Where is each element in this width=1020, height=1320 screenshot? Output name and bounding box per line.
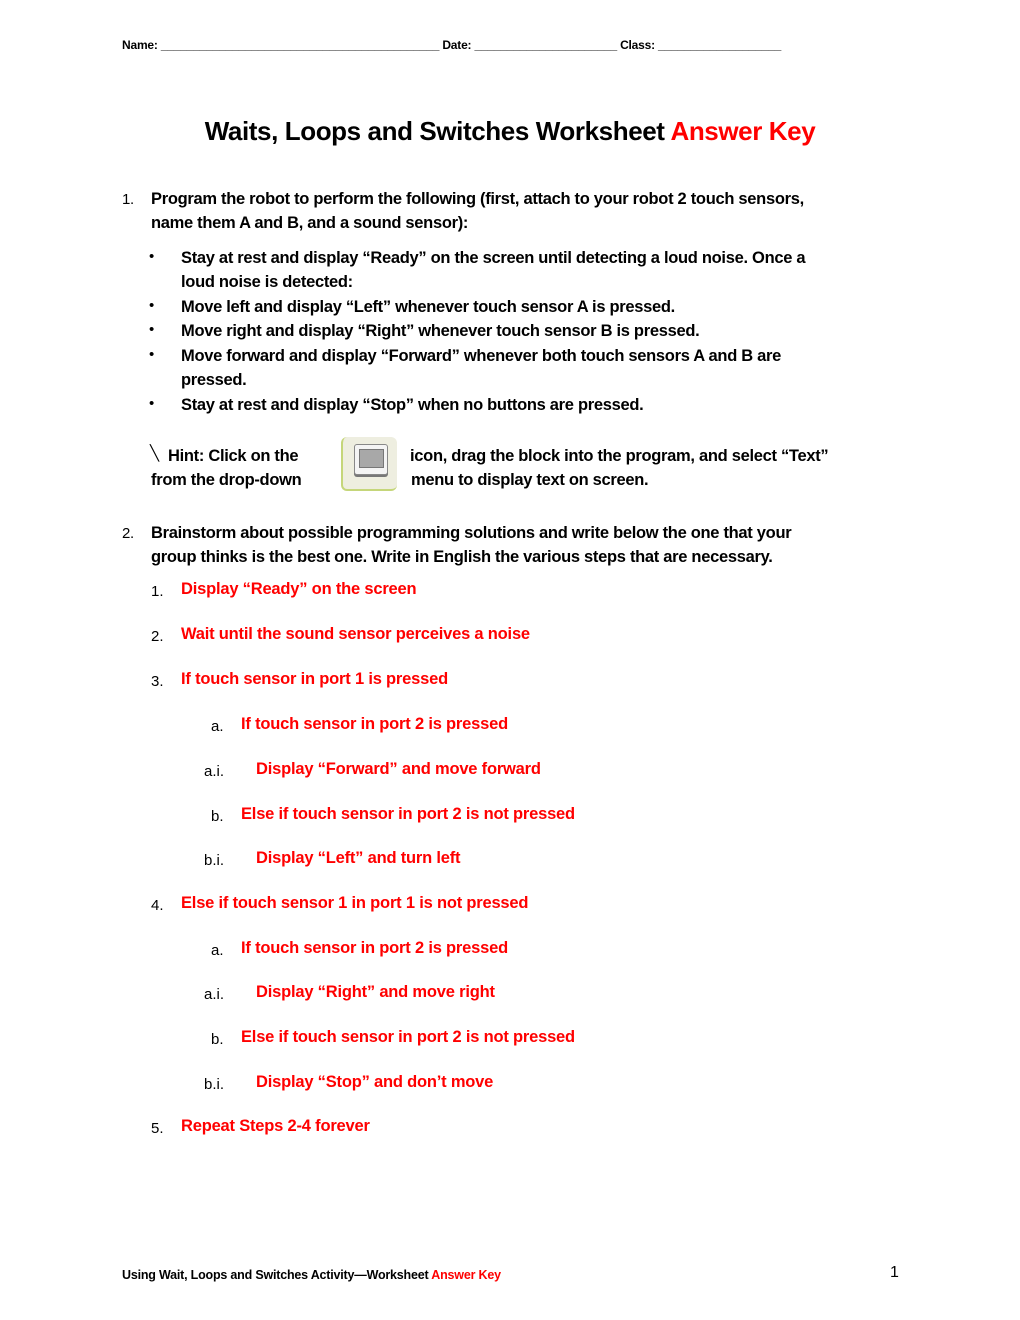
- substep-text: Else if touch sensor in port 2 is not pr…: [241, 1028, 575, 1046]
- question-2: 2.: [122, 521, 134, 547]
- step-label: 1.: [151, 583, 164, 600]
- step-label: 5.: [151, 1120, 164, 1137]
- step-text: If touch sensor in port 1 is pressed: [181, 670, 448, 688]
- step-label: 3.: [151, 673, 164, 690]
- substep-text: If touch sensor in port 2 is pressed: [241, 939, 508, 957]
- student-info-header: Name: __________________________________…: [122, 38, 781, 52]
- step-text: Repeat Steps 2-4 forever: [181, 1117, 370, 1135]
- hint-text-right-2: menu to display text on screen.: [411, 471, 649, 489]
- class-blank[interactable]: ___________________: [658, 38, 781, 52]
- substep-label: a.: [211, 718, 224, 735]
- step-text: Else if touch sensor 1 in port 1 is not …: [181, 894, 529, 912]
- subsubstep-label: b.i.: [204, 852, 225, 869]
- step-label: 4.: [151, 897, 164, 914]
- page-title: Waits, Loops and Switches Worksheet Answ…: [0, 116, 1020, 147]
- substep-label: b.: [211, 808, 224, 825]
- step-label: 2.: [151, 628, 164, 645]
- hint-mark-icon: ╲: [150, 445, 160, 462]
- subsubstep-text: Display “Left” and turn left: [256, 849, 461, 867]
- display-screen-icon: [354, 444, 388, 475]
- footer-answer-key: Answer Key: [431, 1268, 501, 1282]
- display-block-icon: [341, 437, 397, 491]
- bullet-item: Stay at rest and display “Stop” when no …: [181, 396, 644, 414]
- question-number: 2.: [122, 525, 134, 542]
- page-footer: Using Wait, Loops and Switches Activity—…: [122, 1268, 501, 1282]
- step-text: Wait until the sound sensor perceives a …: [181, 625, 530, 643]
- question-2-line-1: Brainstorm about possible programming so…: [151, 524, 792, 542]
- bullet-item-cont: loud noise is detected:: [181, 273, 353, 291]
- substep-text: Else if touch sensor in port 2 is not pr…: [241, 805, 575, 823]
- bullet-item-cont: pressed.: [181, 371, 247, 389]
- substep-label: b.: [211, 1031, 224, 1048]
- bullet-item: Move right and display “Right” whenever …: [181, 322, 700, 340]
- bullet-item: Move forward and display “Forward” whene…: [181, 347, 782, 365]
- question-number: 1.: [122, 191, 134, 208]
- name-blank[interactable]: ________________________________________…: [161, 38, 440, 52]
- bullet-item: Move left and display “Left” whenever to…: [181, 298, 675, 316]
- title-answer-key: Answer Key: [670, 116, 816, 146]
- subsubstep-text: Display “Stop” and don’t move: [256, 1073, 494, 1091]
- hint-text-right-1: icon, drag the block into the program, a…: [410, 447, 829, 465]
- subsubstep-text: Display “Right” and move right: [256, 983, 495, 1001]
- bullet-icon: •: [149, 297, 155, 314]
- step-text: Display “Ready” on the screen: [181, 580, 417, 598]
- subsubstep-label: a.i.: [204, 763, 225, 780]
- question-1-line-1: Program the robot to perform the followi…: [151, 190, 804, 208]
- question-1: 1.: [122, 187, 134, 213]
- bullet-item: Stay at rest and display “Ready” on the …: [181, 249, 806, 267]
- question-2-line-2: group thinks is the best one. Write in E…: [151, 548, 773, 566]
- bullet-icon: •: [149, 248, 155, 265]
- footer-text: Using Wait, Loops and Switches Activity—…: [122, 1268, 429, 1282]
- hint-text-left-2: from the drop-down: [151, 471, 302, 489]
- bullet-icon: •: [149, 346, 155, 363]
- substep-label: a.: [211, 942, 224, 959]
- title-main: Waits, Loops and Switches Worksheet: [204, 116, 665, 146]
- substep-text: If touch sensor in port 2 is pressed: [241, 715, 508, 733]
- subsubstep-label: a.i.: [204, 986, 225, 1003]
- name-label: Name:: [122, 38, 158, 52]
- subsubstep-text: Display “Forward” and move forward: [256, 760, 541, 778]
- hint-text-left-1: Hint: Click on the: [168, 447, 299, 465]
- bullet-icon: •: [149, 321, 155, 338]
- date-label: Date:: [442, 38, 472, 52]
- subsubstep-label: b.i.: [204, 1076, 225, 1093]
- question-1-line-2: name them A and B, and a sound sensor):: [151, 214, 469, 232]
- date-blank[interactable]: ______________________: [475, 38, 618, 52]
- page-number: 1: [890, 1264, 899, 1281]
- bullet-icon: •: [149, 395, 155, 412]
- class-label: Class:: [620, 38, 655, 52]
